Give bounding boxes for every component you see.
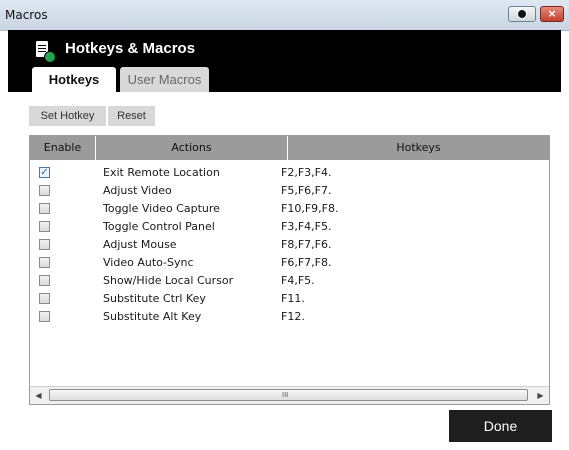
column-header-hotkeys[interactable]: Hotkeys — [288, 136, 549, 160]
hotkeys-table: Enable Actions Hotkeys ✓ Exit Remote Loc… — [29, 135, 550, 405]
close-icon[interactable]: × — [540, 6, 564, 22]
action-cell: Toggle Control Panel — [103, 220, 215, 233]
header-banner: Hotkeys & Macros Hotkeys User Macros — [8, 30, 561, 92]
column-header-actions[interactable]: Actions — [96, 136, 288, 160]
toggle-switch-icon[interactable] — [508, 6, 536, 22]
hotkey-cell: F10,F9,F8. — [281, 202, 339, 215]
table-row[interactable]: ✓ Exit Remote Location F2,F3,F4. — [30, 164, 549, 182]
set-hotkey-button[interactable]: Set Hotkey — [29, 106, 106, 126]
table-header: Enable Actions Hotkeys — [30, 136, 549, 160]
enable-checkbox[interactable] — [39, 311, 50, 322]
page-title: Hotkeys & Macros — [65, 40, 196, 57]
enable-checkbox[interactable] — [39, 203, 50, 214]
hotkey-cell: F4,F5. — [281, 274, 315, 287]
reset-button[interactable]: Reset — [108, 106, 155, 126]
action-cell: Substitute Alt Key — [103, 310, 202, 323]
action-cell: Substitute Ctrl Key — [103, 292, 206, 305]
hotkey-cell: F12. — [281, 310, 305, 323]
hotkey-cell: F6,F7,F8. — [281, 256, 332, 269]
enable-checkbox[interactable] — [39, 293, 50, 304]
grip-marks: III — [282, 391, 289, 399]
action-cell: Video Auto-Sync — [103, 256, 194, 269]
done-button[interactable]: Done — [449, 410, 552, 442]
title-bar: Macros × — [0, 0, 569, 31]
badge-icon — [44, 51, 56, 63]
enable-checkbox[interactable] — [39, 221, 50, 232]
table-row[interactable]: Adjust Video F5,F6,F7. — [30, 182, 549, 200]
toggle-knob — [517, 9, 527, 19]
arrow-left-icon[interactable]: ◀ — [30, 387, 47, 404]
macros-window: Macros × Hotkeys & Macros Hotkeys User M… — [0, 0, 569, 450]
table-row[interactable]: Toggle Video Capture F10,F9,F8. — [30, 200, 549, 218]
enable-checkbox[interactable]: ✓ — [39, 167, 50, 178]
table-row[interactable]: Substitute Alt Key F12. — [30, 308, 549, 326]
action-cell: Adjust Mouse — [103, 238, 177, 251]
enable-checkbox[interactable] — [39, 185, 50, 196]
enable-checkbox[interactable] — [39, 275, 50, 286]
action-cell: Toggle Video Capture — [103, 202, 220, 215]
enable-checkbox[interactable] — [39, 239, 50, 250]
window-title: Macros — [5, 8, 48, 22]
hotkey-cell: F5,F6,F7. — [281, 184, 332, 197]
column-header-enable[interactable]: Enable — [30, 136, 96, 160]
table-row[interactable]: Substitute Ctrl Key F11. — [30, 290, 549, 308]
table-row[interactable]: Show/Hide Local Cursor F4,F5. — [30, 272, 549, 290]
table-row[interactable]: Adjust Mouse F8,F7,F6. — [30, 236, 549, 254]
tab-user-macros[interactable]: User Macros — [120, 67, 209, 92]
tab-hotkeys[interactable]: Hotkeys — [32, 67, 116, 92]
action-cell: Show/Hide Local Cursor — [103, 274, 234, 287]
hotkey-cell: F3,F4,F5. — [281, 220, 332, 233]
action-cell: Exit Remote Location — [103, 166, 220, 179]
table-row[interactable]: Toggle Control Panel F3,F4,F5. — [30, 218, 549, 236]
arrow-right-icon[interactable]: ▶ — [532, 387, 549, 404]
hotkey-cell: F2,F3,F4. — [281, 166, 332, 179]
horizontal-scrollbar[interactable]: ◀ III ▶ — [30, 386, 549, 404]
enable-checkbox[interactable] — [39, 257, 50, 268]
scroll-thumb[interactable]: III — [49, 389, 528, 401]
action-cell: Adjust Video — [103, 184, 172, 197]
hotkey-cell: F11. — [281, 292, 305, 305]
table-row[interactable]: Video Auto-Sync F6,F7,F8. — [30, 254, 549, 272]
hotkey-cell: F8,F7,F6. — [281, 238, 332, 251]
